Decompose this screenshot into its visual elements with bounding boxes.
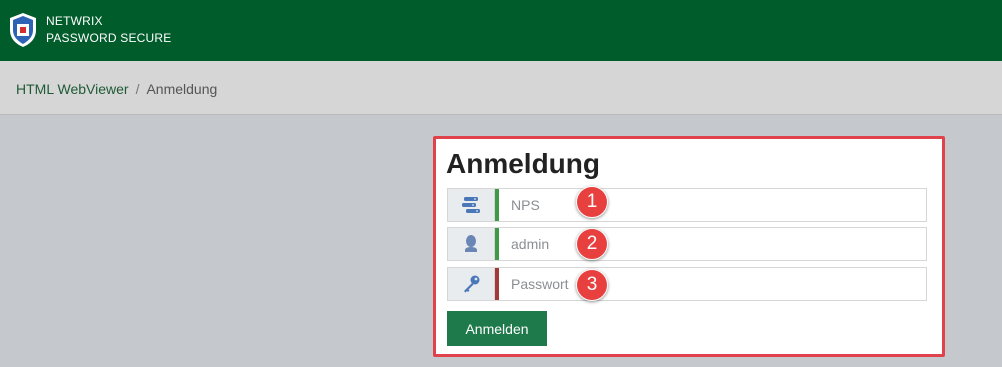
database-input[interactable] (501, 189, 921, 221)
annotation-badge-1: 1 (576, 186, 608, 218)
breadcrumb: HTML WebViewer / Anmeldung (16, 81, 217, 97)
username-input[interactable] (501, 228, 921, 260)
brand-line1: NETWRIX (46, 14, 103, 28)
database-icon-box (448, 189, 495, 221)
annotation-badge-2: 2 (576, 228, 608, 260)
breadcrumb-separator: / (135, 81, 140, 97)
user-icon-box (448, 228, 495, 260)
netwrix-shield-icon (10, 13, 36, 47)
breadcrumb-link-webviewer[interactable]: HTML WebViewer (16, 81, 129, 97)
annotation-badge-3: 3 (576, 269, 608, 301)
brand-name: NETWRIX PASSWORD SECURE (46, 13, 171, 47)
key-icon-box (448, 268, 495, 300)
key-icon (464, 275, 480, 293)
database-icon (462, 197, 480, 213)
password-field (447, 267, 927, 301)
field-status-bar (495, 228, 499, 260)
user-icon (465, 235, 477, 252)
breadcrumb-current: Anmeldung (146, 81, 218, 97)
password-input[interactable] (501, 268, 921, 300)
login-button[interactable]: Anmelden (447, 311, 547, 346)
username-field (447, 227, 927, 261)
app-header: NETWRIX PASSWORD SECURE (0, 0, 1002, 61)
database-field (447, 188, 927, 222)
page-title: Anmeldung (446, 148, 600, 179)
breadcrumb-bar: HTML WebViewer / Anmeldung (0, 61, 1002, 115)
brand-line2: PASSWORD SECURE (46, 31, 172, 45)
field-status-bar (495, 189, 499, 221)
field-status-bar (495, 268, 499, 300)
